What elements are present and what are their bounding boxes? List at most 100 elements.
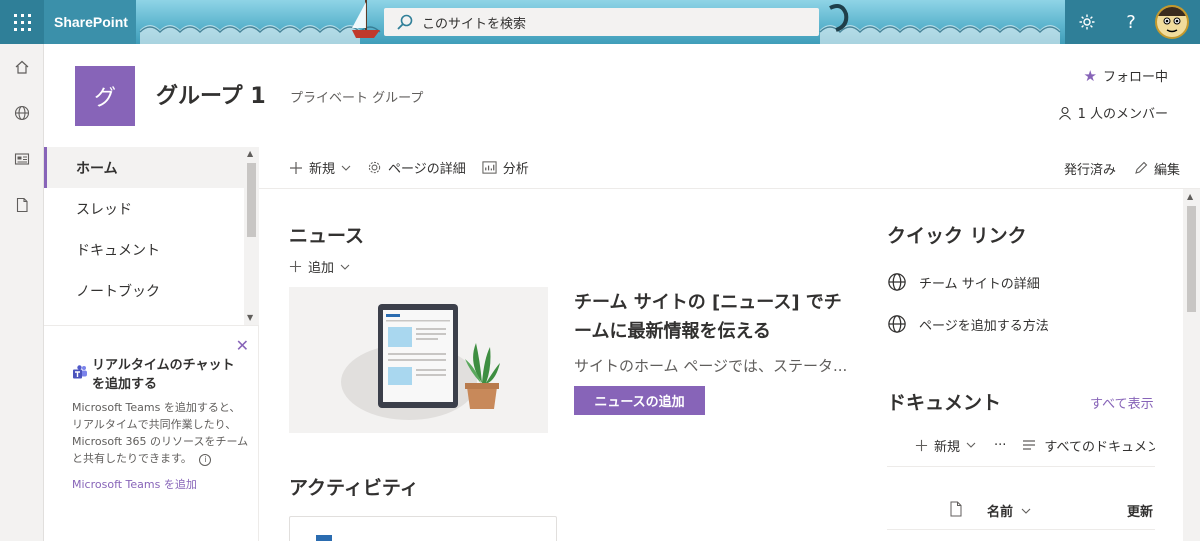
nav-item-notebook[interactable]: ノートブック <box>44 270 244 311</box>
new-button[interactable]: 新規 <box>289 158 351 177</box>
doc-new-button[interactable]: 新規 <box>915 436 976 455</box>
column-modified-header[interactable]: 更新 <box>1127 501 1153 520</box>
settings-button[interactable] <box>1065 0 1109 44</box>
add-news-button[interactable]: ニュースの追加 <box>574 386 705 415</box>
documents-title: ドキュメント <box>887 392 1002 414</box>
avatar[interactable] <box>1155 5 1189 39</box>
page-scroll-thumb[interactable] <box>1187 206 1196 312</box>
command-bar-right: 発行済み 編集 <box>1064 147 1180 189</box>
page-scrollbar[interactable]: ▲ <box>1183 189 1200 541</box>
info-icon[interactable]: i <box>199 454 212 466</box>
app-name-link[interactable]: SharePoint <box>44 0 136 44</box>
suite-actions: ? <box>1065 0 1200 44</box>
teams-promo-header: リアルタイムのチャットを追加する <box>72 356 247 394</box>
quick-link-item[interactable]: チーム サイトの詳細 <box>887 272 1040 292</box>
chevron-down-icon <box>1021 508 1031 514</box>
tablet-plant-illustration <box>341 304 500 420</box>
teams-promo-text: Microsoft Teams を追加すると、リアルタイムで共同作業したり、Mi… <box>72 401 249 465</box>
appbar-sites-button[interactable] <box>0 90 44 136</box>
analytics-button[interactable]: 分析 <box>482 158 529 177</box>
scroll-up-icon[interactable]: ▲ <box>247 149 253 158</box>
plus-icon <box>290 161 302 174</box>
document-thumbnail-icon <box>316 535 332 541</box>
search-input[interactable]: このサイトを検索 <box>422 13 526 32</box>
follow-label: フォロー中 <box>1102 70 1168 85</box>
page-details-button[interactable]: ページの詳細 <box>367 158 466 177</box>
more-options-button[interactable]: ··· <box>994 438 1006 453</box>
news-illustration <box>289 287 548 433</box>
search-box[interactable]: このサイトを検索 <box>384 8 819 36</box>
edit-label: 編集 <box>1153 162 1180 178</box>
close-icon[interactable]: ✕ <box>236 336 249 355</box>
user-photo-icon <box>1157 7 1187 33</box>
waffle-icon <box>13 13 31 31</box>
chevron-down-icon <box>966 442 976 448</box>
gear-icon <box>1079 14 1095 30</box>
help-button[interactable]: ? <box>1109 0 1153 44</box>
list-icon <box>1023 440 1036 450</box>
left-navigation: ホーム スレッド ドキュメント ノートブック ▲ ▼ ✕ リアルタイムのチャット… <box>44 147 259 541</box>
analytics-label: 分析 <box>502 162 529 177</box>
quick-links-title: クイック リンク <box>887 225 1027 247</box>
app-launcher-button[interactable] <box>0 0 44 44</box>
add-teams-link[interactable]: Microsoft Teams を追加 <box>72 476 197 492</box>
nav-scrollbar[interactable]: ▲ ▼ <box>244 147 259 325</box>
nav-list: ホーム スレッド ドキュメント ノートブック <box>44 147 244 325</box>
home-icon <box>15 60 29 74</box>
view-all-link[interactable]: すべて表示 <box>1090 393 1154 412</box>
view-selector-button[interactable]: すべてのドキュメント <box>1022 436 1155 455</box>
members-label: 1 人のメンバー <box>1077 107 1168 122</box>
publish-status: 発行済み <box>1063 162 1116 178</box>
suite-bar: SharePoint このサイトを検索 ? <box>0 0 1200 44</box>
teams-icon <box>73 365 87 379</box>
edit-button[interactable]: 編集 <box>1134 159 1180 178</box>
globe-icon <box>888 273 906 291</box>
plus-icon <box>289 260 302 273</box>
scroll-down-icon[interactable]: ▼ <box>247 313 253 322</box>
nav-scroll-thumb[interactable] <box>247 163 256 237</box>
globe-icon <box>14 105 30 121</box>
nav-item-documents[interactable]: ドキュメント <box>44 229 244 270</box>
appbar-news-button[interactable] <box>0 136 44 182</box>
chevron-down-icon <box>340 264 350 270</box>
document-icon <box>16 197 28 213</box>
teams-promo-title: リアルタイムのチャットを追加する <box>92 358 235 392</box>
new-label: 新規 <box>309 162 336 177</box>
divider <box>887 529 1155 530</box>
news-headline[interactable]: チーム サイトの [ニュース] でチームに最新情報を伝える <box>574 288 859 346</box>
nav-item-home[interactable]: ホーム <box>44 147 244 188</box>
person-icon <box>1058 106 1071 120</box>
follow-button[interactable]: ★ フォロー中 <box>1083 66 1168 86</box>
globe-icon <box>888 315 906 333</box>
divider <box>887 466 1155 467</box>
chevron-down-icon <box>341 165 351 171</box>
appbar-files-button[interactable] <box>0 182 44 228</box>
column-name-label: 名前 <box>987 505 1014 520</box>
activity-card[interactable] <box>289 516 557 541</box>
documents-column-header: 名前 更新 <box>887 497 1155 527</box>
quick-link-label: チーム サイトの詳細 <box>919 276 1040 292</box>
site-logo[interactable]: グ <box>75 66 135 126</box>
nav-item-threads[interactable]: スレッド <box>44 188 244 229</box>
site-title[interactable]: グループ 1 <box>156 78 266 110</box>
site-privacy-label: プライベート グループ <box>290 91 424 106</box>
column-name-header[interactable]: 名前 <box>987 501 1031 520</box>
app-bar <box>0 44 44 541</box>
quick-link-item[interactable]: ページを追加する方法 <box>887 314 1049 334</box>
file-type-icon <box>950 501 962 517</box>
activity-title: アクティビティ <box>289 477 419 499</box>
news-add-button[interactable]: 追加 <box>289 257 350 276</box>
members-button[interactable]: 1 人のメンバー <box>1058 103 1168 122</box>
doc-new-label: 新規 <box>934 439 961 455</box>
view-selector-label: すべてのドキュメント <box>1044 439 1155 455</box>
search-icon <box>397 14 413 30</box>
quick-link-label: ページを追加する方法 <box>919 318 1049 334</box>
chart-icon <box>482 161 497 174</box>
news-description: サイトのホーム ページでは、ステータ... <box>574 357 848 375</box>
scroll-up-icon[interactable]: ▲ <box>1187 192 1193 201</box>
news-add-label: 追加 <box>308 261 335 276</box>
appbar-home-button[interactable] <box>0 44 44 90</box>
gear-icon <box>368 161 381 174</box>
news-icon <box>14 153 30 165</box>
star-icon: ★ <box>1083 66 1097 85</box>
